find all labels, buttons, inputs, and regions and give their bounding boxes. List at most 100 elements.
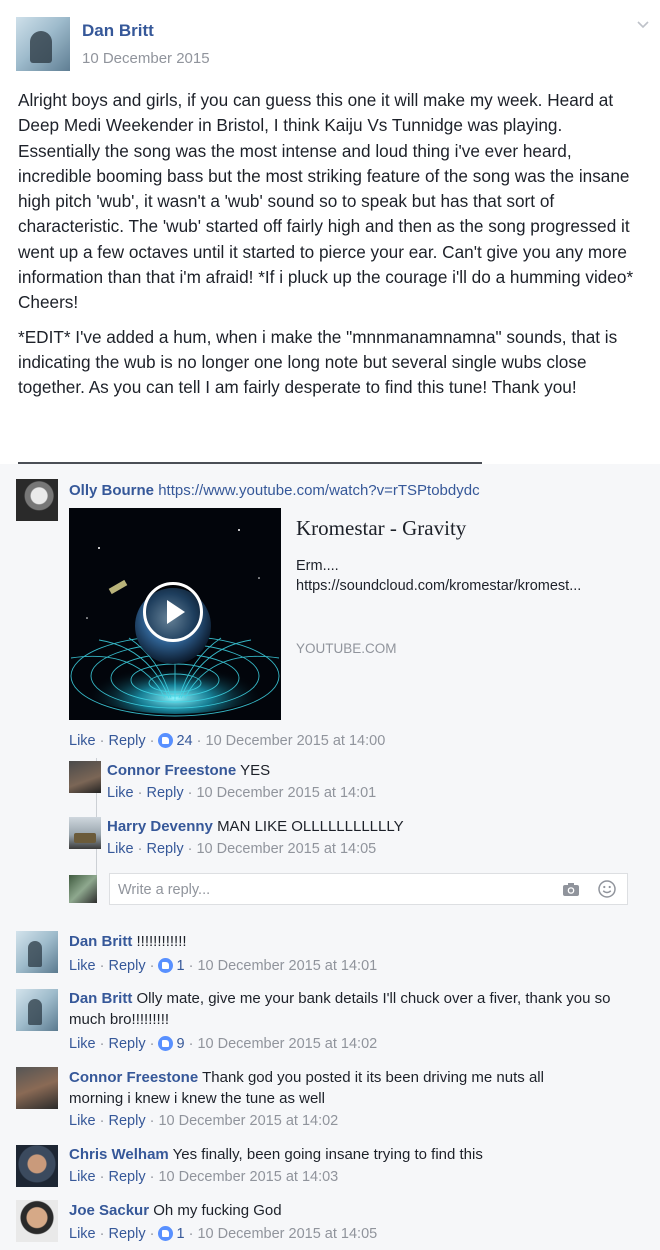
like-link[interactable]: Like xyxy=(69,1169,96,1185)
post-body: Alright boys and girls, if you can guess… xyxy=(18,88,648,401)
comment-author[interactable]: Connor Freestone xyxy=(69,1069,198,1086)
separator: · xyxy=(183,785,197,801)
separator: · xyxy=(95,1113,109,1129)
avatar[interactable] xyxy=(69,817,101,849)
reaction-count[interactable]: 1 xyxy=(176,1226,184,1242)
separator: · xyxy=(95,1226,109,1242)
separator: · xyxy=(145,1113,159,1129)
separator: · xyxy=(95,733,109,749)
like-reaction-icon[interactable] xyxy=(158,733,174,748)
separator: · xyxy=(133,785,147,801)
comment-actions: Like · Reply · 24 · 10 December 2015 at … xyxy=(69,733,385,749)
separator: · xyxy=(95,958,109,974)
reply-link[interactable]: Reply xyxy=(109,958,146,974)
comment-author[interactable]: Dan Britt xyxy=(69,933,132,950)
timestamp[interactable]: 10 December 2015 at 14:05 xyxy=(196,841,376,857)
avatar[interactable] xyxy=(16,1067,58,1109)
like-link[interactable]: Like xyxy=(107,785,134,801)
reply-link[interactable]: Reply xyxy=(147,785,184,801)
comment-text: Joe Sackur Oh my fucking God xyxy=(69,1200,639,1221)
avatar xyxy=(69,875,97,903)
timestamp[interactable]: 10 December 2015 at 14:05 xyxy=(197,1226,377,1242)
comment-author[interactable]: Joe Sackur xyxy=(69,1202,149,1219)
reply-link[interactable]: Reply xyxy=(109,1226,146,1242)
timestamp[interactable]: 10 December 2015 at 14:02 xyxy=(197,1036,377,1052)
avatar[interactable] xyxy=(16,989,58,1031)
post-paragraph: Alright boys and girls, if you can guess… xyxy=(18,90,634,313)
like-reaction-icon[interactable] xyxy=(158,1226,174,1241)
post: Dan Britt 10 December 2015 Alright boys … xyxy=(0,0,660,462)
reply-link[interactable]: Reply xyxy=(109,1113,146,1129)
comment-link[interactable]: https://www.youtube.com/watch?v=rTSPtobd… xyxy=(158,482,479,499)
comment-text: Chris Welham Yes finally, been going ins… xyxy=(69,1144,639,1165)
avatar[interactable] xyxy=(16,1145,58,1187)
reply-actions: Like · Reply · 10 December 2015 at 14:01 xyxy=(107,785,376,801)
reply-body: MAN LIKE OLLLLLLLLLLLY xyxy=(217,818,404,835)
like-link[interactable]: Like xyxy=(69,733,96,749)
post-author-name[interactable]: Dan Britt xyxy=(82,21,154,41)
like-link[interactable]: Like xyxy=(69,1036,96,1052)
reaction-count[interactable]: 24 xyxy=(176,733,192,749)
reply-author[interactable]: Harry Devenny xyxy=(107,818,213,835)
post-date[interactable]: 10 December 2015 xyxy=(82,50,210,67)
like-link[interactable]: Like xyxy=(69,1226,96,1242)
comment-text: Dan Britt !!!!!!!!!!!! xyxy=(69,931,629,952)
timestamp[interactable]: 10 December 2015 at 14:03 xyxy=(158,1169,338,1185)
comment-body: !!!!!!!!!!!! xyxy=(136,933,187,950)
reply-body: YES xyxy=(240,762,271,779)
comment-actions: Like · Reply · 10 December 2015 at 14:02 xyxy=(69,1113,338,1129)
play-icon[interactable] xyxy=(143,582,203,642)
separator: · xyxy=(95,1036,109,1052)
reply-text: Harry Devenny MAN LIKE OLLLLLLLLLLLY xyxy=(107,816,404,837)
chevron-down-icon[interactable] xyxy=(637,20,649,30)
like-reaction-icon[interactable] xyxy=(158,958,174,973)
comment-actions: Like · Reply · 1 · 10 December 2015 at 1… xyxy=(69,1226,377,1242)
emoji-icon[interactable] xyxy=(598,880,616,898)
reaction-count[interactable]: 9 xyxy=(176,1036,184,1052)
post-paragraph: *EDIT* I've added a hum, when i make the… xyxy=(18,326,618,398)
camera-icon[interactable] xyxy=(562,882,580,897)
video-thumbnail[interactable] xyxy=(69,508,281,720)
timestamp[interactable]: 10 December 2015 at 14:01 xyxy=(197,958,377,974)
reply-actions: Like · Reply · 10 December 2015 at 14:05 xyxy=(107,841,376,857)
reply-input[interactable] xyxy=(116,878,540,902)
avatar[interactable] xyxy=(69,761,101,793)
comment-text: Olly Bourne https://www.youtube.com/watc… xyxy=(69,480,639,501)
separator: · xyxy=(95,1169,109,1185)
timestamp[interactable]: 10 December 2015 at 14:01 xyxy=(196,785,376,801)
separator: · xyxy=(192,733,206,749)
like-link[interactable]: Like xyxy=(69,958,96,974)
comment-author[interactable]: Dan Britt xyxy=(69,990,132,1007)
like-reaction-icon[interactable] xyxy=(158,1036,174,1051)
comment-text: Connor Freestone Thank god you posted it… xyxy=(69,1067,589,1109)
avatar[interactable] xyxy=(16,931,58,973)
preview-desc-line: Erm.... xyxy=(296,558,339,574)
reply-link[interactable]: Reply xyxy=(109,1169,146,1185)
reply-link[interactable]: Reply xyxy=(147,841,184,857)
separator: · xyxy=(184,958,198,974)
timestamp[interactable]: 10 December 2015 at 14:02 xyxy=(158,1113,338,1129)
comment-author[interactable]: Olly Bourne xyxy=(69,482,154,499)
preview-desc-line: https://soundcloud.com/kromestar/kromest… xyxy=(296,578,582,594)
timestamp[interactable]: 10 December 2015 at 14:00 xyxy=(206,733,386,749)
avatar[interactable] xyxy=(16,479,58,521)
separator: · xyxy=(183,841,197,857)
comment-author[interactable]: Chris Welham xyxy=(69,1146,169,1163)
like-link[interactable]: Like xyxy=(107,841,134,857)
comment-body: Olly mate, give me your bank details I'l… xyxy=(69,990,611,1028)
reply-author[interactable]: Connor Freestone xyxy=(107,762,236,779)
comment-body: Oh my fucking God xyxy=(153,1202,282,1219)
preview-title[interactable]: Kromestar - Gravity xyxy=(296,516,466,541)
separator: · xyxy=(184,1226,198,1242)
like-link[interactable]: Like xyxy=(69,1113,96,1129)
reply-link[interactable]: Reply xyxy=(109,733,146,749)
link-preview[interactable]: Kromestar - Gravity Erm.... https://soun… xyxy=(69,508,629,720)
comment-actions: Like · Reply · 9 · 10 December 2015 at 1… xyxy=(69,1036,377,1052)
comment-actions: Like · Reply · 1 · 10 December 2015 at 1… xyxy=(69,958,377,974)
comment-body: Yes finally, been going insane trying to… xyxy=(172,1146,483,1163)
reaction-count[interactable]: 1 xyxy=(176,958,184,974)
post-author-avatar[interactable] xyxy=(16,17,70,71)
reply-link[interactable]: Reply xyxy=(109,1036,146,1052)
avatar[interactable] xyxy=(16,1200,58,1242)
preview-domain: YOUTUBE.COM xyxy=(296,641,397,656)
